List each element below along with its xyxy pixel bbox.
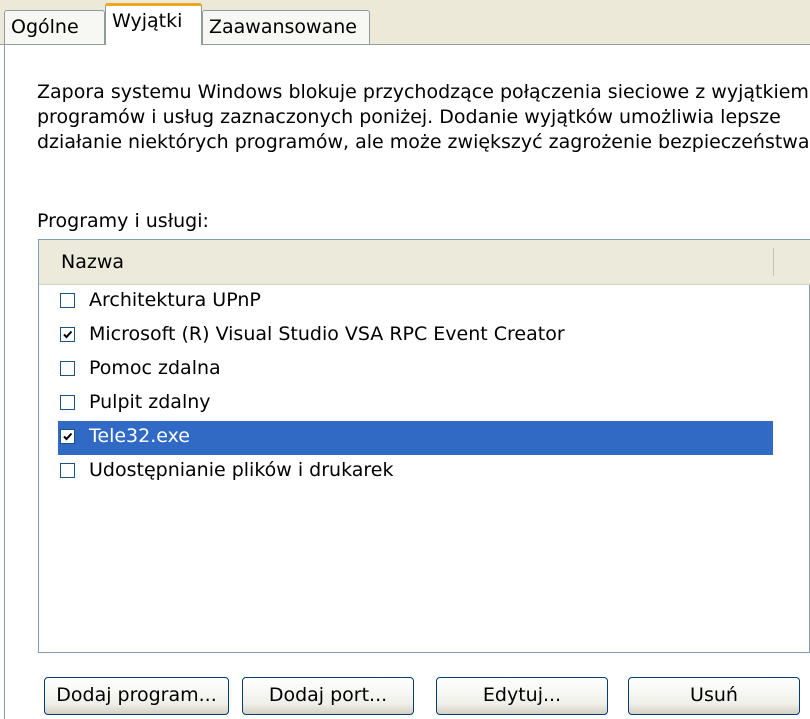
tab-advanced[interactable]: Zaawansowane: [202, 10, 370, 44]
tab-exceptions[interactable]: Wyjątki: [105, 3, 202, 45]
delete-button[interactable]: Usuń: [628, 677, 800, 715]
list-item[interactable]: Udostępnianie plików i drukarek: [58, 455, 773, 489]
list-item-label: Udostępnianie plików i drukarek: [89, 459, 394, 481]
list-item[interactable]: Tele32.exe: [58, 421, 773, 455]
column-header-name[interactable]: Nazwa: [61, 251, 124, 273]
list-item-label: Microsoft (R) Visual Studio VSA RPC Even…: [89, 323, 565, 345]
checkbox-checked[interactable]: [60, 429, 75, 444]
list-item-label: Pomoc zdalna: [89, 357, 221, 379]
edit-button[interactable]: Edytuj...: [436, 677, 608, 715]
exceptions-description: Zapora systemu Windows blokuje przychodz…: [37, 81, 810, 153]
add-program-button[interactable]: Dodaj program...: [44, 677, 229, 715]
list-item-label: Architektura UPnP: [89, 289, 261, 311]
list-header: Nazwa: [39, 240, 810, 285]
list-item[interactable]: Microsoft (R) Visual Studio VSA RPC Even…: [58, 319, 773, 353]
list-item-label: Tele32.exe: [89, 425, 190, 447]
checkbox-checked[interactable]: [60, 327, 75, 342]
list-item[interactable]: Pulpit zdalny: [58, 387, 773, 421]
checkmark-icon: [63, 432, 73, 441]
list-item-label: Pulpit zdalny: [89, 391, 211, 413]
programs-and-services-label: Programy i usługi:: [37, 210, 209, 232]
checkbox-unchecked[interactable]: [60, 463, 75, 478]
checkbox-unchecked[interactable]: [60, 293, 75, 308]
tab-strip: Ogólne Wyjątki Zaawansowane: [0, 0, 810, 45]
tab-general[interactable]: Ogólne: [4, 10, 105, 44]
panel-border: [4, 44, 5, 719]
checkbox-unchecked[interactable]: [60, 361, 75, 376]
list-items: Architektura UPnP Microsoft (R) Visual St…: [39, 285, 810, 489]
checkmark-icon: [63, 330, 73, 339]
checkbox-unchecked[interactable]: [60, 395, 75, 410]
column-separator[interactable]: [773, 248, 774, 276]
list-item[interactable]: Pomoc zdalna: [58, 353, 773, 387]
programs-list[interactable]: Nazwa Architektura UPnP Microsoft (R) Vis…: [38, 239, 810, 653]
add-port-button[interactable]: Dodaj port...: [242, 677, 414, 715]
list-item[interactable]: Architektura UPnP: [58, 285, 773, 319]
